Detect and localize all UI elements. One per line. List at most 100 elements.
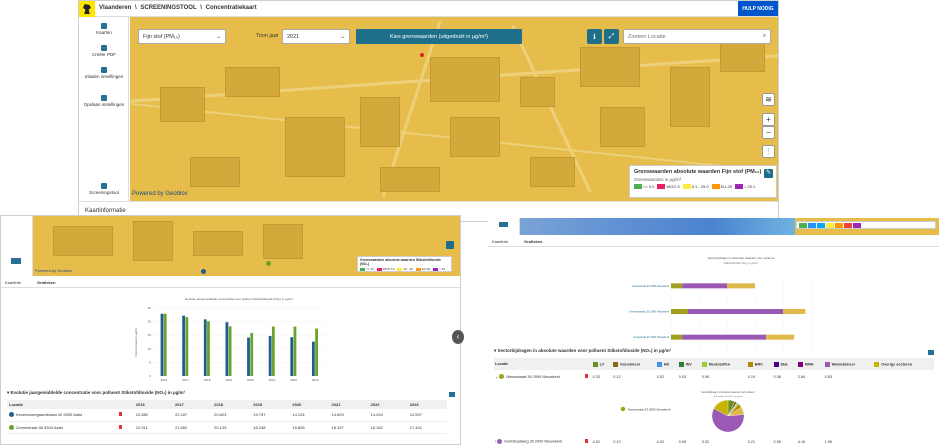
- column-header-label: Stal: [780, 362, 788, 366]
- bar-segment-1-2: [783, 309, 806, 314]
- x-tick-label: 2020: [247, 378, 254, 382]
- y-tick-label: 10: [148, 347, 152, 351]
- download-icon[interactable]: [449, 392, 455, 397]
- column-header[interactable]: Weidebeheer: [823, 358, 874, 370]
- scroll-arrow-icon[interactable]: ‹: [452, 330, 464, 344]
- bar-2021-0: [268, 336, 272, 376]
- column-header[interactable]: LV: [591, 358, 613, 370]
- column-header[interactable]: 2018: [212, 400, 252, 409]
- map-view[interactable]: [520, 218, 939, 235]
- layers-toggle-icon[interactable]: ≋: [762, 93, 775, 106]
- grenswaarden-toggle-button[interactable]: Kies grenswaarden (uitgedrukt in µg/m³): [356, 29, 522, 44]
- x-tick-label: 2019: [225, 378, 232, 382]
- table-header-row: Locatie 2016 2017 2018 2019 2020 2021 2022 2023: [7, 400, 447, 409]
- search-field[interactable]: ⌕: [623, 29, 771, 44]
- column-header[interactable]: 2016: [133, 400, 173, 409]
- tab-grafieken[interactable]: Grafieken: [37, 280, 55, 285]
- column-header[interactable]: 2020: [290, 400, 330, 409]
- column-header[interactable]: WV: [677, 358, 701, 370]
- delete-icon[interactable]: [119, 424, 122, 429]
- tab-kaartinformatie[interactable]: Kaartinformatie: [85, 208, 126, 214]
- sidebar-item-inladen[interactable]: Inladen instellingen: [79, 67, 129, 79]
- location-cell: ⌄ Nieuwstraat 35 2990 Nieuwkerk: [494, 370, 584, 383]
- edit-icon[interactable]: [446, 241, 454, 249]
- chevron-down-icon: ⌄: [216, 33, 221, 40]
- column-header[interactable]: [584, 358, 592, 370]
- breadcrumb-vlaanderen[interactable]: Vlaanderen: [99, 5, 131, 11]
- column-header[interactable]: 2017: [173, 400, 213, 409]
- value-cell: 0.02: [656, 374, 665, 379]
- bar-2017-0: [182, 315, 186, 376]
- powered-by-link[interactable]: Powered by Geoblox: [132, 191, 188, 197]
- location-marker[interactable]: [266, 261, 271, 266]
- powered-by-link[interactable]: Powered by Geoblox: [35, 268, 72, 273]
- series-dot-icon: [9, 424, 14, 430]
- column-header[interactable]: Locatie: [494, 358, 584, 370]
- column-header[interactable]: HD: [655, 358, 678, 370]
- column-header[interactable]: 2022: [368, 400, 408, 409]
- map-view[interactable]: Fijn stof (PM₁₀) ⌄ Toon jaar 2021 ⌄ Kies…: [130, 17, 778, 201]
- column-header[interactable]: Kunstmest: [612, 358, 656, 370]
- zoom-in-button[interactable]: +: [762, 113, 775, 126]
- tab-kaartinfo[interactable]: Kaartinfo: [492, 239, 508, 244]
- column-header[interactable]: 2021: [329, 400, 369, 409]
- column-header[interactable]: Overige sectoren: [873, 358, 934, 370]
- column-header[interactable]: Locatie: [7, 400, 117, 409]
- screeningstool-icon[interactable]: [499, 222, 508, 227]
- column-header[interactable]: 2023: [407, 400, 447, 409]
- table-title: ▾ Sectorbijdragen in absolute waarden vo…: [494, 348, 671, 354]
- download-icon[interactable]: [928, 350, 934, 355]
- y-tick-label: 25: [148, 306, 152, 310]
- table-row[interactable]: Zonnestraat 48 9300 Aalst 22.911 21.652 20.…: [7, 421, 447, 434]
- sidebar-item-opslaan[interactable]: Opslaan instellingen: [79, 95, 129, 107]
- edit-icon[interactable]: ✎: [764, 169, 773, 178]
- chart-icon[interactable]: ⫶: [762, 145, 775, 158]
- info-icon[interactable]: ℹ: [587, 29, 602, 44]
- value-cell: 18.248: [251, 421, 291, 434]
- column-header[interactable]: Meststoffen: [700, 358, 747, 370]
- fullscreen-icon[interactable]: ⤢: [604, 29, 619, 44]
- pdf-icon: [101, 45, 107, 51]
- legend-swatch: [808, 222, 816, 228]
- search-input[interactable]: [628, 33, 748, 40]
- column-header[interactable]: NMH: [796, 358, 824, 370]
- value-cell: 1.96: [824, 439, 832, 444]
- legend-swatch: [657, 184, 666, 189]
- location-marker[interactable]: [201, 269, 206, 274]
- delete-icon[interactable]: [585, 439, 588, 443]
- sidebar-item-kaarten[interactable]: Kaarten: [79, 23, 129, 35]
- year-select[interactable]: 2021 ⌄: [282, 29, 350, 44]
- table-row[interactable]: Kerseboomgaardstraat 42 9000 Aalst 22.882…: [7, 409, 447, 422]
- x-tick-label: 2022: [290, 378, 297, 382]
- breadcrumb-screeningstool[interactable]: SCREENINGSTOOL: [140, 5, 196, 11]
- column-header-label: HD: [663, 362, 670, 366]
- sidebar-item-pdf[interactable]: Creëer PDF: [79, 45, 129, 57]
- delete-icon[interactable]: [119, 412, 122, 417]
- series-dot-icon: [499, 374, 505, 380]
- value-cell: 22.882: [133, 409, 173, 422]
- map-view[interactable]: Grenswaarden absolute waarden Stikstofdi…: [33, 216, 460, 276]
- bar-2023-0: [311, 341, 315, 376]
- help-button[interactable]: HULP NODIG: [738, 1, 778, 16]
- breadcrumb-concentratiekaart[interactable]: Concentratiekaart: [206, 5, 257, 11]
- legend-swatch: [835, 222, 843, 228]
- bar-segment-2-1: [682, 334, 767, 340]
- screeningstool-icon[interactable]: [11, 258, 21, 264]
- table-row[interactable]: ⌄ Nieuwstraat 35 2990 Nieuwkerk 0.33 0.12 0…: [494, 370, 934, 383]
- zoom-out-button[interactable]: −: [762, 126, 775, 139]
- column-header[interactable]: Stal: [772, 358, 797, 370]
- column-header[interactable]: 2019: [251, 400, 291, 409]
- column-header[interactable]: BRV: [746, 358, 773, 370]
- y-tick-label: Kerkstraatweg 35 2990 Nieuwkerk: [629, 310, 669, 314]
- legend-label: > 25.1: [743, 184, 756, 189]
- column-header[interactable]: [117, 400, 134, 409]
- tab-grafieken[interactable]: Grafieken: [524, 239, 542, 244]
- tab-kaartinfo[interactable]: Kaartinfo: [5, 280, 21, 285]
- sidebar-item-screeningstool[interactable]: Screeningstool: [79, 183, 129, 195]
- sector-color-icon: [824, 361, 830, 367]
- location-marker[interactable]: [420, 53, 424, 57]
- delete-icon[interactable]: [585, 374, 588, 378]
- pollutant-select[interactable]: Fijn stof (PM₁₀) ⌄: [138, 29, 226, 44]
- vlaanderen-logo[interactable]: [79, 1, 95, 17]
- search-icon[interactable]: ⌕: [763, 33, 766, 40]
